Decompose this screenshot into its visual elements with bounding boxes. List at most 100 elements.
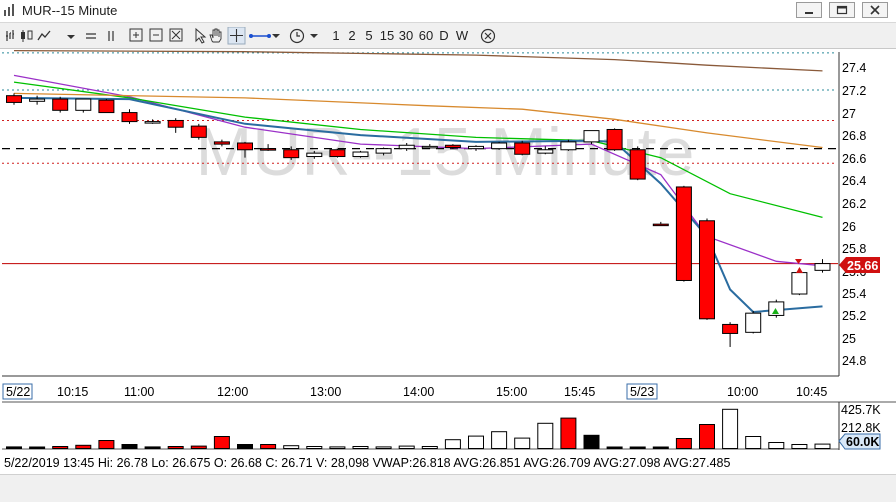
volume-bar <box>190 445 207 450</box>
time-label: 5/23 <box>630 385 654 399</box>
toolbar-layout-icons <box>86 31 114 41</box>
time-label: 13:00 <box>310 385 341 399</box>
horizontal-layout-icon[interactable] <box>86 33 96 39</box>
candle-body <box>306 152 323 158</box>
volume-bar <box>398 445 415 450</box>
price-tick: 27.4 <box>842 61 866 75</box>
candle-body <box>745 312 762 333</box>
interval-1min-button[interactable]: 1 <box>329 27 343 44</box>
chart-type-dropdown-icon[interactable] <box>67 35 75 39</box>
interval-30min-button[interactable]: 30 <box>397 27 415 44</box>
minimize-button[interactable] <box>796 2 822 18</box>
ohlc-status-bar: 5/22/2019 13:45 Hi: 26.78 Lo: 26.675 O: … <box>0 452 896 474</box>
sell-signal-marker-icon <box>796 267 803 273</box>
tool-dropdown-icon[interactable] <box>272 34 280 38</box>
time-label: 5/22 <box>6 385 30 399</box>
candle-body <box>444 144 461 149</box>
price-tick: 24.8 <box>842 354 866 368</box>
zoom-fit-icon[interactable] <box>169 28 183 42</box>
maximize-button[interactable] <box>829 2 855 18</box>
candle-body <box>583 130 600 143</box>
interval-5min-button[interactable]: 5 <box>362 27 376 44</box>
volume-bar <box>213 436 230 449</box>
candle-chart-icon[interactable] <box>21 30 33 42</box>
last-price-label: 25.66 <box>847 259 878 273</box>
crosshair-icon[interactable] <box>227 27 246 45</box>
interval-weekly-button[interactable]: W <box>454 27 470 44</box>
volume-bar <box>6 446 22 449</box>
zoom-in-icon[interactable] <box>129 28 143 42</box>
volume-bar <box>283 445 300 450</box>
volume-bar <box>606 446 623 449</box>
price-tick: 26.6 <box>842 152 866 166</box>
bottom-panel <box>0 474 896 498</box>
bar-chart-icon[interactable] <box>6 30 14 41</box>
volume-bar <box>421 446 438 449</box>
title-bar: MUR--15 Minute <box>0 0 896 23</box>
volume-bar <box>583 434 600 449</box>
pointer-tool-icon[interactable] <box>195 27 207 44</box>
time-label: 11:00 <box>124 385 154 399</box>
volume-bars <box>6 408 831 450</box>
time-label: 15:00 <box>496 385 527 399</box>
candle-body <box>491 142 508 150</box>
volume-bar <box>375 446 392 449</box>
cancel-icon[interactable] <box>478 27 498 45</box>
interval-dropdown-icon[interactable] <box>310 34 318 38</box>
time-axis-labels: 5/22 10:15 11:00 12:00 13:00 14:00 15:00… <box>2 383 827 400</box>
clock-icon[interactable] <box>289 28 305 44</box>
candle-body <box>167 119 184 128</box>
time-label: 10:00 <box>727 385 758 399</box>
volume-bar <box>306 446 323 449</box>
last-volume-tag: 60.0K <box>838 433 881 450</box>
volume-bar <box>167 446 184 449</box>
pan-hand-icon[interactable] <box>209 28 222 43</box>
candle-body <box>722 323 739 334</box>
interval-daily-button[interactable]: D <box>437 27 451 44</box>
candle-body <box>699 220 715 320</box>
candle-body <box>213 141 230 145</box>
candle-body <box>121 112 138 123</box>
interval-60min-button[interactable]: 60 <box>417 27 435 44</box>
time-label: 10:45 <box>796 385 827 399</box>
price-tick: 25 <box>842 332 856 346</box>
chart-app-icon <box>4 4 14 16</box>
volume-bar <box>352 446 369 449</box>
measure-tool-icon[interactable] <box>249 34 271 38</box>
close-button[interactable] <box>862 2 888 18</box>
candle-body <box>398 144 415 150</box>
price-tick: 26 <box>842 220 856 234</box>
toolbar-left-icons <box>6 30 75 42</box>
interval-2min-button[interactable]: 2 <box>345 27 359 44</box>
candle-body <box>814 263 831 271</box>
volume-bar <box>29 446 46 449</box>
price-tick: 25.8 <box>842 242 866 256</box>
candle-body <box>675 186 692 281</box>
candle-body <box>652 223 669 227</box>
volume-bar <box>652 446 669 449</box>
price-tick: 26.2 <box>842 197 866 211</box>
volume-bar <box>675 438 692 449</box>
interval-15min-button[interactable]: 15 <box>378 27 396 44</box>
candle-body <box>421 145 438 149</box>
price-tick: 26.4 <box>842 174 866 188</box>
price-chart[interactable]: MUR--15 Minute 27.4 27.2 27 26.8 26.6 26… <box>0 49 896 497</box>
candle-body <box>514 142 531 155</box>
candle-body <box>629 149 646 180</box>
volume-bar <box>745 436 762 449</box>
volume-bar <box>468 435 484 450</box>
zoom-out-icon[interactable] <box>149 28 163 42</box>
chart-area[interactable]: MUR--15 Minute 27.4 27.2 27 26.8 26.6 26… <box>0 49 896 497</box>
price-tick: 25.4 <box>842 287 866 301</box>
candle-body <box>98 99 115 114</box>
vertical-layout-icon[interactable] <box>108 31 114 41</box>
toolbar-zoom-icons <box>129 28 183 42</box>
volume-tick: 212.8K <box>841 421 881 435</box>
candle-body <box>144 121 161 124</box>
candle-body <box>283 149 300 159</box>
time-label: 12:00 <box>217 385 248 399</box>
line-chart-icon[interactable] <box>37 30 51 41</box>
volume-bar <box>699 424 715 449</box>
volume-bar <box>629 446 646 449</box>
time-label: 10:15 <box>57 385 88 399</box>
